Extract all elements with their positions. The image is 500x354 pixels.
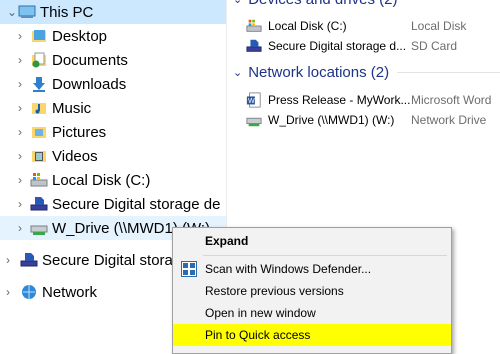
- nav-item-local-disk[interactable]: › Local Disk (C:): [0, 168, 226, 192]
- item-type: Microsoft Word: [411, 93, 492, 107]
- context-menu: Expand Scan with Windows Defender... Res…: [172, 227, 452, 354]
- sd-card-icon: [30, 195, 48, 213]
- menu-item-scan-defender[interactable]: Scan with Windows Defender...: [173, 258, 451, 280]
- item-w-drive[interactable]: W_Drive (\\MWD1) (W:) Network Drive: [246, 110, 500, 130]
- chevron-right-icon[interactable]: ›: [14, 192, 26, 216]
- item-name: W_Drive (\\MWD1) (W:): [268, 113, 395, 127]
- nav-item-pictures[interactable]: › Pictures: [0, 120, 226, 144]
- nav-label: Secure Digital stora: [42, 251, 173, 269]
- group-header-rule: [397, 72, 500, 73]
- menu-item-label: Expand: [205, 234, 249, 248]
- nav-item-documents[interactable]: › Documents: [0, 48, 226, 72]
- group-header-label: Devices and drives (2): [248, 0, 397, 8]
- nav-item-sd-card[interactable]: › Secure Digital storage de: [0, 192, 226, 216]
- item-type: Network Drive: [411, 113, 487, 127]
- item-local-disk[interactable]: Local Disk (C:) Local Disk: [246, 16, 500, 36]
- chevron-right-icon[interactable]: ›: [14, 72, 26, 96]
- word-document-icon: W: [246, 92, 262, 108]
- chevron-right-icon[interactable]: ›: [14, 120, 26, 144]
- chevron-down-icon[interactable]: ⌄: [6, 0, 18, 24]
- nav-label: Music: [52, 99, 92, 117]
- item-type: Local Disk: [411, 19, 467, 33]
- network-group-header[interactable]: ⌄ Network locations (2): [233, 64, 500, 81]
- menu-item-restore-versions[interactable]: Restore previous versions: [173, 280, 451, 302]
- chevron-right-icon[interactable]: ›: [14, 24, 26, 48]
- computer-icon: [18, 3, 36, 21]
- windows-defender-icon: [181, 261, 197, 277]
- menu-item-open-new-window[interactable]: Open in new window: [173, 302, 451, 324]
- nav-item-downloads[interactable]: › Downloads: [0, 72, 226, 96]
- chevron-down-icon[interactable]: ⌄: [233, 66, 242, 79]
- menu-item-label: Scan with Windows Defender...: [205, 262, 372, 276]
- chevron-right-icon[interactable]: ›: [2, 248, 14, 272]
- nav-label: Network: [42, 283, 98, 301]
- chevron-right-icon[interactable]: ›: [14, 144, 26, 168]
- nav-label: Local Disk (C:): [52, 171, 151, 189]
- pictures-folder-icon: [30, 123, 48, 141]
- chevron-right-icon[interactable]: ›: [14, 48, 26, 72]
- item-type: SD Card: [411, 39, 458, 53]
- chevron-right-icon[interactable]: ›: [14, 96, 26, 120]
- network-drive-icon: [246, 112, 262, 128]
- nav-label: Pictures: [52, 123, 107, 141]
- group-header-label: Network locations (2): [248, 64, 390, 81]
- nav-item-music[interactable]: › Music: [0, 96, 226, 120]
- item-name: Local Disk (C:): [268, 19, 347, 33]
- menu-item-expand[interactable]: Expand: [173, 230, 451, 252]
- nav-item-desktop[interactable]: › Desktop: [0, 24, 226, 48]
- item-name: Press Release - MyWork...: [268, 93, 411, 107]
- local-disk-icon: [30, 171, 48, 189]
- documents-folder-icon: [30, 51, 48, 69]
- menu-item-label: Open in new window: [205, 306, 316, 320]
- chevron-down-icon[interactable]: ⌄: [233, 0, 242, 6]
- downloads-folder-icon: [30, 75, 48, 93]
- nav-label: Secure Digital storage de: [52, 195, 221, 213]
- sd-card-icon: [20, 251, 38, 269]
- svg-text:W: W: [248, 97, 255, 105]
- desktop-folder-icon: [30, 27, 48, 45]
- nav-label: Downloads: [52, 75, 127, 93]
- item-name: Secure Digital storage d...: [268, 39, 407, 53]
- menu-item-pin-quick-access[interactable]: Pin to Quick access: [173, 324, 451, 346]
- chevron-right-icon[interactable]: ›: [2, 280, 14, 304]
- nav-label: This PC: [40, 3, 94, 21]
- videos-folder-icon: [30, 147, 48, 165]
- music-folder-icon: [30, 99, 48, 117]
- item-press-release[interactable]: W Press Release - MyWork... Microsoft Wo…: [246, 90, 500, 110]
- nav-label: Desktop: [52, 27, 108, 45]
- menu-item-label: Pin to Quick access: [205, 328, 311, 342]
- devices-group-header[interactable]: ⌄ Devices and drives (2): [233, 0, 397, 8]
- sd-card-icon: [246, 38, 262, 54]
- nav-label: Videos: [52, 147, 98, 165]
- chevron-right-icon[interactable]: ›: [14, 216, 26, 240]
- local-disk-icon: [246, 18, 262, 34]
- menu-separator: [203, 255, 447, 256]
- chevron-right-icon[interactable]: ›: [14, 168, 26, 192]
- network-drive-icon: [30, 219, 48, 237]
- nav-label: Documents: [52, 51, 128, 69]
- item-sd-card[interactable]: Secure Digital storage d... SD Card: [246, 36, 500, 56]
- nav-item-videos[interactable]: › Videos: [0, 144, 226, 168]
- nav-item-this-pc[interactable]: ⌄ This PC: [0, 0, 226, 24]
- menu-item-label: Restore previous versions: [205, 284, 344, 298]
- network-icon: [20, 283, 38, 301]
